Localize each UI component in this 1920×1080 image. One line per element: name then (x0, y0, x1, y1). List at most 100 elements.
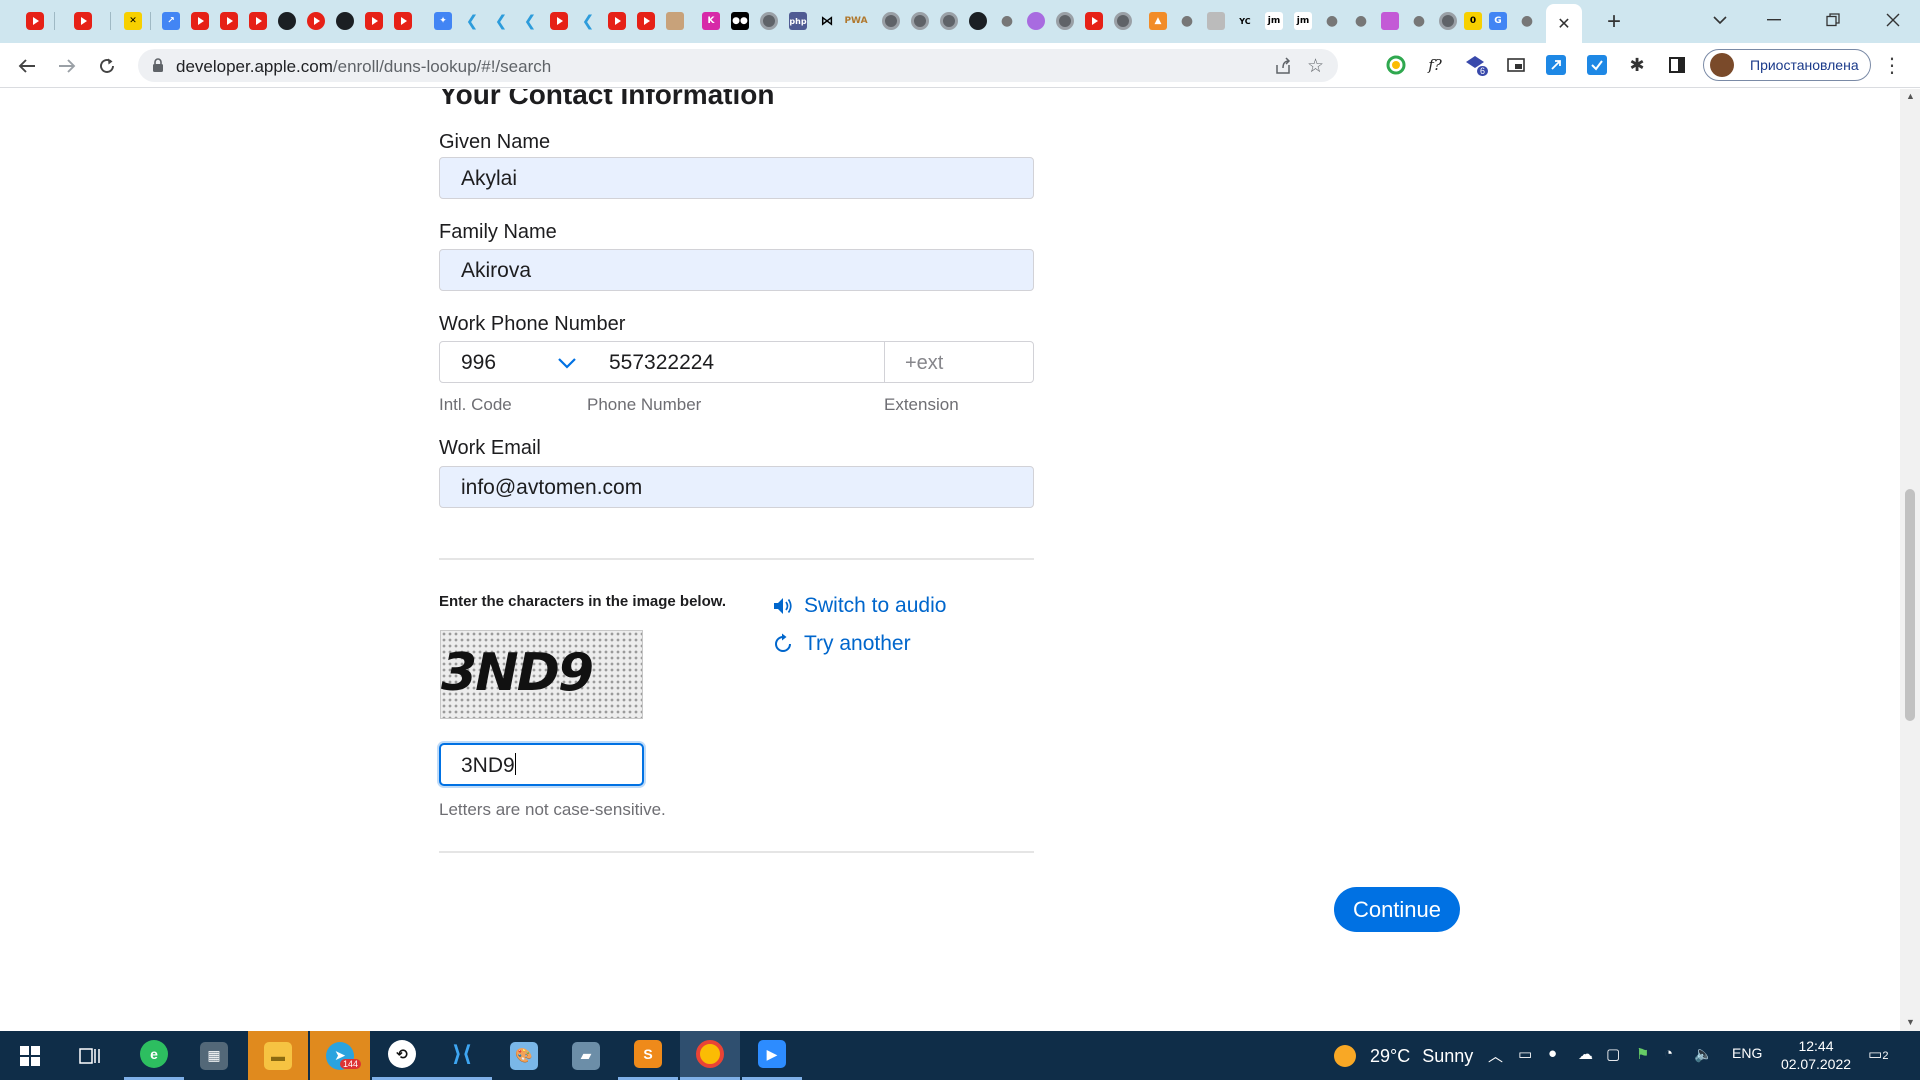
tab-youtube[interactable] (604, 8, 630, 34)
telegram-tray-icon[interactable]: ● (1548, 1045, 1557, 1062)
tab-youtube[interactable] (216, 8, 242, 34)
tab-site[interactable] (1377, 8, 1403, 34)
extension-badge-icon[interactable]: 6 (1464, 54, 1489, 76)
tab-youtube[interactable] (22, 8, 48, 34)
extension-link-icon[interactable] (1545, 54, 1567, 76)
task-view-button[interactable] (60, 1031, 120, 1080)
close-window-button[interactable] (1873, 6, 1913, 34)
tab-site[interactable]: ⋈ (814, 8, 840, 34)
extensions-puzzle-icon[interactable]: ✱ (1626, 54, 1648, 76)
taskbar-notes[interactable]: ▰ (556, 1031, 616, 1080)
tab-youtube[interactable] (245, 8, 271, 34)
tab-youtube[interactable] (361, 8, 387, 34)
back-button[interactable] (12, 51, 42, 81)
tab-github[interactable] (332, 8, 358, 34)
notification-center-button[interactable]: ▭ 2 (1868, 1045, 1888, 1063)
extension-todo-icon[interactable] (1586, 54, 1608, 76)
scroll-down-icon[interactable]: ▼ (1906, 1017, 1915, 1027)
chevron-down-icon[interactable] (556, 352, 578, 374)
taskbar-calculator[interactable]: ▦ (184, 1031, 244, 1080)
taskbar-sublime[interactable]: S (618, 1031, 678, 1080)
share-icon[interactable] (1274, 57, 1292, 75)
tab-apple[interactable]: ● (1514, 8, 1540, 34)
tab-translate[interactable]: G (1485, 8, 1511, 34)
tab-apple[interactable]: ● (1174, 8, 1200, 34)
device-icon[interactable]: ▢ (1606, 1045, 1620, 1063)
tab-youtube[interactable] (633, 8, 659, 34)
tab-jm[interactable]: jm (1261, 8, 1287, 34)
tab-flutter[interactable]: ❮ (575, 8, 601, 34)
taskbar-telegram[interactable]: ➤ 144 (310, 1031, 370, 1080)
intl-code-select[interactable]: 996 (461, 351, 496, 375)
tab-chrome[interactable] (936, 8, 962, 34)
minimize-button[interactable] (1754, 6, 1794, 34)
flag-icon[interactable]: ⚑ (1636, 1045, 1649, 1063)
tab-jm[interactable]: jm (1290, 8, 1316, 34)
phone-number-field[interactable]: 557322224 (609, 351, 714, 375)
wifi-icon[interactable]: ◔ (1664, 1045, 1673, 1062)
tab-site[interactable]: K (698, 8, 724, 34)
tab-youtube[interactable] (187, 8, 213, 34)
weather-widget[interactable]: 29°C Sunny (1334, 1045, 1473, 1067)
clock[interactable]: 12:44 02.07.2022 (1776, 1037, 1856, 1073)
tab-chrome[interactable] (907, 8, 933, 34)
tab-php[interactable]: php (785, 8, 811, 34)
tab-site[interactable] (662, 8, 688, 34)
tab-site[interactable] (965, 8, 991, 34)
extension-field[interactable]: +ext (905, 352, 943, 375)
switch-to-audio-link[interactable]: Switch to audio (772, 594, 946, 618)
chevron-up-icon[interactable]: ︿ (1488, 1045, 1503, 1066)
continue-button[interactable]: Continue (1334, 887, 1460, 932)
reload-button[interactable] (92, 51, 122, 81)
language-indicator[interactable]: ENG (1732, 1045, 1762, 1061)
bookmark-star-icon[interactable]: ☆ (1307, 55, 1324, 78)
cloud-icon[interactable]: ☁ (1578, 1045, 1593, 1063)
given-name-field[interactable]: Akylai (439, 157, 1034, 199)
tab-apple[interactable]: ● (1319, 8, 1345, 34)
taskbar-paint[interactable]: 🎨 (494, 1031, 554, 1080)
tab-youtube[interactable] (70, 8, 96, 34)
tab-youtube[interactable] (1081, 8, 1107, 34)
tab-youtube[interactable] (390, 8, 416, 34)
extension-pip-icon[interactable] (1505, 54, 1527, 76)
tab-chrome[interactable] (756, 8, 782, 34)
taskbar-file-explorer[interactable]: ▬ (248, 1031, 308, 1080)
tab-medium[interactable]: ●● (727, 8, 753, 34)
tab-search-icon[interactable] (1700, 6, 1740, 34)
kebab-menu-icon[interactable]: ⋮ (1882, 53, 1902, 78)
profile-button[interactable]: Приостановлена (1703, 49, 1871, 81)
tab-flutter[interactable]: ❮ (488, 8, 514, 34)
scroll-thumb[interactable] (1905, 489, 1915, 721)
forward-button[interactable] (52, 51, 82, 81)
work-email-field[interactable]: info@avtomen.com (439, 466, 1034, 508)
tab-flutter[interactable]: ❮ (517, 8, 543, 34)
extension-colorzilla-icon[interactable] (1385, 54, 1407, 76)
battery-icon[interactable]: ▭ (1518, 1045, 1532, 1063)
volume-icon[interactable]: 🔈 (1694, 1045, 1713, 1063)
tab-chrome[interactable] (1110, 8, 1136, 34)
taskbar-evernote[interactable]: e (124, 1031, 184, 1080)
start-button[interactable] (0, 1031, 60, 1080)
family-name-field[interactable]: Akirova (439, 249, 1034, 291)
scroll-up-icon[interactable]: ▲ (1906, 91, 1915, 101)
new-tab-button[interactable]: + (1600, 8, 1628, 36)
tab-site[interactable]: ▲ (1145, 8, 1171, 34)
taskbar-vscode[interactable]: ⟩⟨ (432, 1031, 492, 1080)
tab-site[interactable] (1203, 8, 1229, 34)
restore-button[interactable] (1813, 6, 1853, 34)
tab-site[interactable]: 0 (1460, 8, 1486, 34)
taskbar-zoom[interactable]: ▶ (742, 1031, 802, 1080)
tab-site[interactable] (303, 8, 329, 34)
tab-site[interactable]: ✕ (120, 8, 146, 34)
tab-apple[interactable]: ● (1406, 8, 1432, 34)
tab-apple[interactable]: ● (1348, 8, 1374, 34)
tab-site[interactable] (1023, 8, 1049, 34)
tab-chrome[interactable] (1435, 8, 1461, 34)
page-scrollbar[interactable]: ▲ ▼ (1900, 89, 1920, 1031)
tab-flutter[interactable]: ❮ (459, 8, 485, 34)
close-icon[interactable]: ✕ (1557, 14, 1570, 34)
try-another-link[interactable]: Try another (772, 632, 911, 656)
address-bar[interactable]: developer.apple.com/enroll/duns-lookup/#… (138, 49, 1338, 82)
taskbar-chrome[interactable] (680, 1031, 740, 1080)
extension-formula-icon[interactable]: f? (1424, 54, 1446, 76)
